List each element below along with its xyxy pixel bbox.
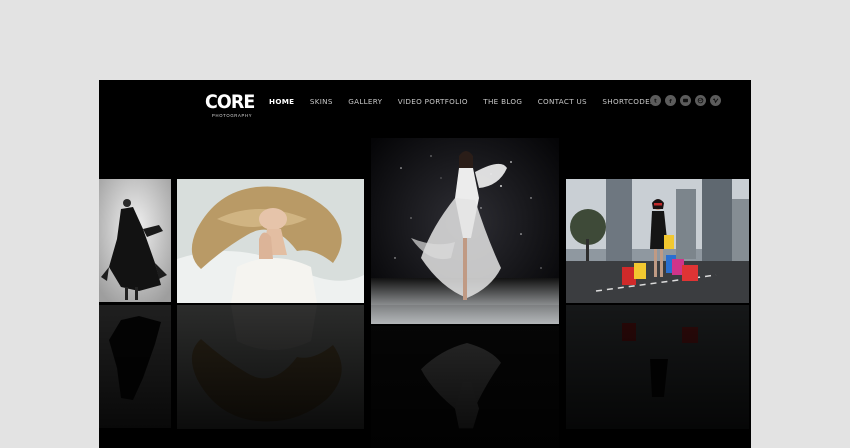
blonde-woman-photo xyxy=(177,179,364,303)
white-dress-reflection xyxy=(371,326,559,448)
shopping-woman-reflection xyxy=(566,305,749,429)
tumblr-icon[interactable]: t xyxy=(650,95,661,106)
logo-tagline: PHOTOGRAPHY xyxy=(212,113,253,118)
gallery-item-blonde-woman[interactable] xyxy=(177,179,364,303)
gallery-item-white-dress[interactable] xyxy=(371,138,559,324)
nav-item-skins[interactable]: SKINS xyxy=(310,97,333,106)
nav-item-shortcodes[interactable]: SHORTCODES xyxy=(602,97,654,106)
logo-wordmark: CORE xyxy=(205,91,255,113)
blonde-woman-reflection xyxy=(177,305,364,429)
dribbble-icon[interactable] xyxy=(695,95,706,106)
shopping-woman-photo xyxy=(566,179,749,303)
flickr-icon[interactable] xyxy=(680,95,691,106)
logo[interactable]: CORE PHOTOGRAPHY xyxy=(205,91,255,121)
gallery-item-dancer[interactable] xyxy=(99,179,171,302)
nav-item-the-blog[interactable]: THE BLOG xyxy=(483,97,522,106)
nav-item-contact-us[interactable]: CONTACT US xyxy=(538,97,587,106)
white-dress-photo xyxy=(371,138,559,324)
nav-item-video-portfolio[interactable]: VIDEO PORTFOLIO xyxy=(398,97,468,106)
facebook-icon[interactable]: f xyxy=(665,95,676,106)
site-frame: CORE PHOTOGRAPHY HOME SKINS GALLERY VIDE… xyxy=(99,80,751,448)
dancer-reflection xyxy=(99,305,171,428)
gallery-item-shopping-woman[interactable] xyxy=(566,179,749,303)
dancer-photo xyxy=(99,179,171,302)
svg-text:t: t xyxy=(654,99,657,104)
main-nav: HOME SKINS GALLERY VIDEO PORTFOLIO THE B… xyxy=(269,97,670,106)
vimeo-icon[interactable] xyxy=(710,95,721,106)
nav-item-home[interactable]: HOME xyxy=(269,97,294,106)
social-links: t f xyxy=(650,95,725,106)
nav-item-gallery[interactable]: GALLERY xyxy=(348,97,382,106)
svg-text:f: f xyxy=(669,99,672,104)
